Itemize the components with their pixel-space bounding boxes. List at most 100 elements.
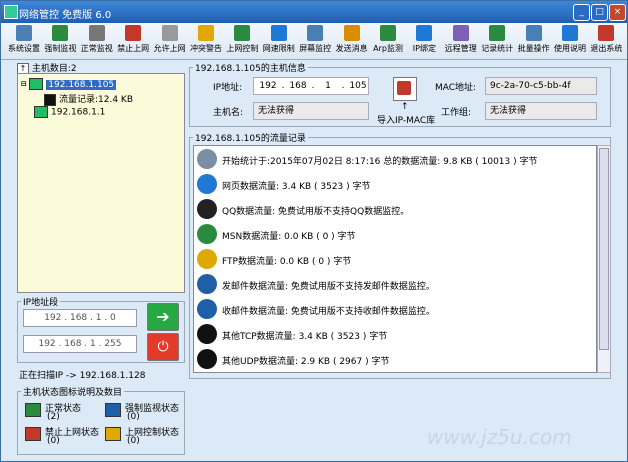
traffic-row: 其他TCP数据流量: 3.4 KB ( 3523 ) 字节 xyxy=(194,321,596,347)
settings-icon xyxy=(16,25,32,41)
traffic-row: MSN数据流量: 0.0 KB ( 0 ) 字节 xyxy=(194,221,596,247)
traffic-row: FTP数据流量: 0.0 KB ( 0 ) 字节 xyxy=(194,246,596,272)
toolbar: 系统设置 强制监视 正常监视 禁止上网 允许上网 冲突警告 上网控制 网速限制 屏幕监控 发送消息… xyxy=(1,23,627,60)
toolbar-button[interactable]: IP绑定 xyxy=(405,25,443,58)
block-icon xyxy=(125,25,142,41)
toolbar-label: 屏幕监控 xyxy=(299,44,332,53)
traffic-record-label: 流量记录:12.4 KB xyxy=(59,95,134,105)
up-arrow-icon: ↑ xyxy=(401,102,409,112)
ftp-icon xyxy=(197,249,217,269)
toolbar-button[interactable]: 发送消息 xyxy=(333,25,371,58)
tree-item-host-2[interactable]: 192.168.1.1 xyxy=(34,106,105,118)
internet-control-count: (0) xyxy=(127,436,140,446)
traffic-row: 开始统计于:2015年07月02日 8:17:16 总的数据流量: 9.8 KB… xyxy=(194,146,596,172)
toolbar-button[interactable]: 批量操作 xyxy=(515,25,553,58)
arrow-right-icon[interactable]: ➔ xyxy=(147,303,179,331)
traffic-row-text: QQ数据流量: 免费试用版不支持QQ数据监控。 xyxy=(222,207,410,217)
batch-icon xyxy=(525,25,542,41)
toolbar-label: 发送消息 xyxy=(335,44,368,53)
traffic-icon xyxy=(44,93,56,106)
maximize-button[interactable]: □ xyxy=(591,4,608,21)
traffic-row-text: 发邮件数据流量: 免费试用版不支持发邮件数据监控。 xyxy=(222,282,435,292)
clock-icon xyxy=(197,149,217,169)
normal-state-icon xyxy=(25,403,41,417)
toolbar-label: 记录统计 xyxy=(481,44,514,53)
traffic-row-text: 其他TCP数据流量: 3.4 KB ( 3523 ) 字节 xyxy=(222,332,388,342)
help-icon xyxy=(562,25,578,41)
speed-icon xyxy=(270,25,287,41)
import-label: 导入IP-MAC库 xyxy=(377,116,436,126)
toolbar-button[interactable]: 使用说明 xyxy=(551,25,589,58)
host-icon xyxy=(34,106,48,118)
toolbar-label: 正常监视 xyxy=(80,44,113,53)
remote-icon xyxy=(452,25,469,41)
status-legend-title: 主机状态图标说明及数目 xyxy=(21,385,125,398)
host-icon xyxy=(29,78,44,90)
recv-mail-icon xyxy=(197,299,217,319)
minimize-button[interactable]: _ xyxy=(573,4,590,21)
forced-monitor-count: (0) xyxy=(127,412,140,422)
ip-range-legend: IP地址段 xyxy=(21,295,61,308)
host-tree[interactable]: ⊟ 192.168.1.105 流量记录:12.4 KB 192.168.1.1 xyxy=(17,73,185,293)
allow-icon xyxy=(161,25,178,41)
tree-item-traffic[interactable]: 流量记录:12.4 KB xyxy=(44,92,133,106)
toolbar-label: 退出系统 xyxy=(590,44,623,53)
toolbar-button[interactable]: 网速限制 xyxy=(260,25,298,58)
toolbar-label: 允许上网 xyxy=(153,44,186,53)
host-info-legend: 192.168.1.105的主机信息 xyxy=(193,61,308,74)
scroll-thumb[interactable] xyxy=(599,148,609,350)
import-ip-mac-button[interactable] xyxy=(393,77,417,101)
toolbar-button[interactable]: 记录统计 xyxy=(478,25,516,58)
ip-start-input[interactable]: 192 . 168 . 1 . 0 xyxy=(23,309,137,327)
arp-icon xyxy=(380,25,396,41)
toolbar-button[interactable]: 正常监视 xyxy=(78,25,116,58)
tcp-icon xyxy=(197,324,217,344)
traffic-legend: 192.168.1.105的流量记录 xyxy=(193,131,308,144)
toolbar-button[interactable]: 退出系统 xyxy=(587,25,625,58)
ip-octet: 1 xyxy=(325,81,331,91)
toolbar-label: 使用说明 xyxy=(554,44,586,53)
tree-item-host-1[interactable]: ⊟ 192.168.1.105 xyxy=(21,78,117,90)
toolbar-label: 远程管理 xyxy=(444,44,477,53)
ip-end-input[interactable]: 192 . 168 . 1 . 255 xyxy=(23,335,137,353)
monitor-icon xyxy=(52,25,69,41)
toolbar-button[interactable]: 强制监视 xyxy=(41,25,79,58)
toolbar-button[interactable]: 系统设置 xyxy=(5,25,43,58)
traffic-row-text: 收邮件数据流量: 免费试用版不支持收邮件数据监控。 xyxy=(222,307,435,317)
close-button[interactable]: × xyxy=(609,4,626,21)
traffic-row: QQ数据流量: 免费试用版不支持QQ数据监控。 xyxy=(194,196,596,222)
toolbar-label: 冲突警告 xyxy=(190,44,222,53)
forced-monitor-icon xyxy=(105,403,121,417)
traffic-row-text: FTP数据流量: 0.0 KB ( 0 ) 字节 xyxy=(222,257,352,267)
message-icon xyxy=(343,25,360,41)
traffic-row: 网页数据流量: 3.4 KB ( 3523 ) 字节 xyxy=(194,171,596,197)
traffic-row: 其他UDP数据流量: 2.9 KB ( 2967 ) 字节 xyxy=(194,346,596,372)
traffic-row-text: MSN数据流量: 0.0 KB ( 0 ) 字节 xyxy=(222,232,356,242)
traffic-scrollbar[interactable] xyxy=(597,145,611,373)
ipbind-icon xyxy=(416,25,433,41)
toolbar-button[interactable]: 冲突警告 xyxy=(187,25,225,58)
app-icon xyxy=(4,5,18,19)
normal-state-count: (2) xyxy=(47,412,60,422)
toolbar-button[interactable]: 上网控制 xyxy=(223,25,261,58)
toolbar-button[interactable]: 屏幕监控 xyxy=(296,25,334,58)
toolbar-button[interactable]: 禁止上网 xyxy=(114,25,152,58)
ip-dot: . xyxy=(341,81,345,91)
host-ip-field[interactable]: 192. 168. 1. 105 xyxy=(253,77,369,95)
toolbar-button[interactable]: Arp监测 xyxy=(369,25,407,58)
host-ip: 192.168.1.1 xyxy=(51,107,106,118)
toolbar-button[interactable]: 远程管理 xyxy=(442,25,480,58)
host-count-bar: ↑ 主机数目:2 xyxy=(17,61,183,75)
mac-label: MAC地址: xyxy=(435,83,477,93)
hostname-label: 主机名: xyxy=(213,108,244,118)
traffic-list: 开始统计于:2015年07月02日 8:17:16 总的数据流量: 9.8 KB… xyxy=(193,145,597,373)
app-window: 网络管控 免费版 6.0 _ □ × 系统设置 强制监视 正常监视 禁止上网 允许上网冲… xyxy=(0,0,628,462)
ie-icon xyxy=(197,174,217,194)
ip-octet: 105 xyxy=(349,81,367,91)
title-bar: 网络管控 免费版 6.0 _ □ × xyxy=(1,1,627,23)
send-mail-icon xyxy=(197,274,217,294)
toolbar-button[interactable]: 允许上网 xyxy=(151,25,189,58)
traffic-row-text: 其他UDP数据流量: 2.9 KB ( 2967 ) 字节 xyxy=(222,357,390,367)
power-icon[interactable]: ⏻ xyxy=(147,333,179,361)
hostname-field: 无法获得 xyxy=(253,102,369,120)
